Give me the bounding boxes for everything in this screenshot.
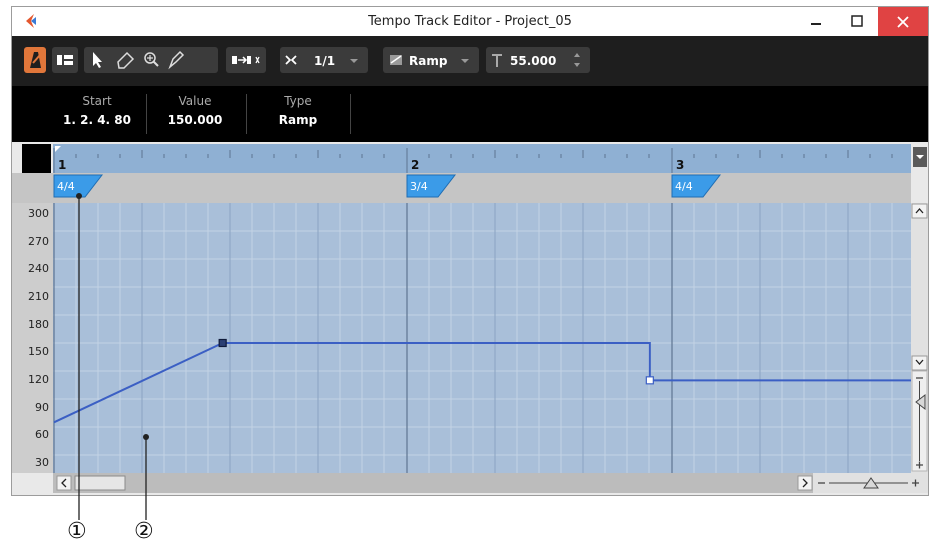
ruler-corner	[22, 144, 51, 173]
scroll-up-button[interactable]	[911, 203, 928, 219]
tempo-value-scale: 300 270 240 210 180 150 120 90 60 30	[12, 203, 53, 473]
callout-number-1: ①	[67, 519, 87, 544]
curve-type-dropdown[interactable]: Ramp	[383, 47, 479, 73]
value-tick-label: 150	[28, 345, 49, 358]
snap-icon	[232, 56, 260, 64]
callout-number-2: ②	[134, 519, 154, 544]
snap-toggle-button[interactable]	[226, 47, 266, 73]
info-start-label: Start	[82, 94, 112, 108]
project-cursor-marker-icon	[55, 146, 61, 152]
value-tick-label: 120	[28, 373, 49, 386]
close-button[interactable]	[878, 7, 928, 36]
tempo-t-icon	[492, 54, 502, 67]
info-type-value: Ramp	[278, 113, 318, 127]
value-tick-label: 300	[28, 207, 49, 220]
bar-ruler[interactable]: 1 2 3	[53, 144, 911, 173]
snap-quantize-control[interactable]: 1/1	[280, 47, 368, 73]
erase-tool-icon[interactable]	[117, 51, 135, 69]
tempo-value-field[interactable]: 55.000	[486, 47, 590, 73]
tempo-event-display[interactable]	[53, 203, 911, 473]
horizontal-scroll-thumb[interactable]	[74, 475, 126, 491]
tempo-track-editor-window: Tempo Track Editor - Project_05 1/1 Ramp…	[11, 6, 929, 496]
minimize-icon	[811, 23, 821, 25]
time-signature-label: 3/4	[410, 180, 428, 193]
info-line: Start 1. 2. 4. 80 Value 150.000 Type Ram…	[12, 86, 928, 142]
snap-value-text: 1/1	[314, 54, 335, 68]
zoom-tool-icon[interactable]	[144, 52, 159, 67]
info-line-icon	[57, 55, 73, 65]
bar-number-label: 3	[676, 158, 684, 172]
curve-type-text: Ramp	[409, 54, 448, 68]
info-separator	[350, 94, 351, 134]
value-tick-label: 210	[28, 290, 49, 303]
tempo-track-active-button[interactable]	[24, 47, 46, 73]
signature-track-header	[12, 173, 53, 203]
info-separator	[146, 94, 147, 134]
time-signature-event[interactable]: 4/4	[671, 174, 722, 198]
chevron-down-icon	[913, 147, 927, 167]
bar-number-label: 2	[411, 158, 419, 172]
info-type-label: Type	[284, 94, 312, 108]
value-tick-label: 180	[28, 318, 49, 331]
tool-group	[84, 47, 218, 73]
info-start-value: 1. 2. 4. 80	[63, 113, 131, 127]
maximize-icon	[851, 15, 863, 27]
value-tick-label: 240	[28, 262, 49, 275]
scroll-left-button[interactable]	[56, 475, 72, 491]
horizontal-zoom-slider[interactable]	[813, 473, 928, 493]
info-start[interactable]: Start 1. 2. 4. 80	[52, 94, 142, 127]
spinner-arrows-icon[interactable]	[574, 53, 580, 67]
tempo-event-point[interactable]	[645, 376, 654, 385]
chevron-down-icon	[461, 59, 469, 63]
scroll-right-button[interactable]	[797, 475, 813, 491]
maximize-button[interactable]	[838, 7, 876, 36]
time-signature-event[interactable]: 3/4	[406, 174, 457, 198]
metronome-icon	[30, 52, 41, 68]
value-tick-label: 30	[35, 456, 49, 469]
info-value-label: Value	[178, 94, 212, 108]
value-tick-label: 60	[35, 428, 49, 441]
ramp-curve-icon	[390, 55, 402, 65]
quantize-icon	[285, 55, 297, 65]
value-tick-label: 90	[35, 401, 49, 414]
ruler-menu-button[interactable]	[913, 147, 927, 167]
signature-track[interactable]: 4/4 3/4 4/4	[53, 173, 911, 203]
scroll-down-button[interactable]	[911, 355, 928, 371]
vertical-zoom-slider[interactable]	[911, 370, 928, 472]
info-value-value: 150.000	[167, 113, 223, 127]
time-signature-event[interactable]: 4/4	[53, 174, 104, 198]
time-signature-label: 4/4	[57, 180, 75, 193]
window-title: Tempo Track Editor - Project_05	[368, 14, 572, 29]
bar-number-label: 1	[58, 158, 66, 172]
close-icon	[897, 16, 909, 28]
info-line-toggle-button[interactable]	[52, 47, 78, 73]
zoom-in-icon	[912, 479, 919, 487]
value-tick-label: 270	[28, 235, 49, 248]
vertical-scrollbar[interactable]	[911, 203, 928, 473]
minimize-button[interactable]	[797, 7, 835, 36]
time-signature-label: 4/4	[675, 180, 693, 193]
title-bar: Tempo Track Editor - Project_05	[12, 7, 928, 36]
info-type[interactable]: Type Ramp	[252, 94, 344, 127]
horizontal-scrollbar[interactable]	[53, 473, 813, 493]
object-selection-tool-icon[interactable]	[93, 52, 102, 68]
info-separator	[246, 94, 247, 134]
draw-tool-icon[interactable]	[168, 50, 185, 70]
toolbar: 1/1 Ramp 55.000	[12, 36, 928, 86]
chevron-down-icon	[350, 59, 358, 63]
info-value[interactable]: Value 150.000	[150, 94, 240, 127]
tempo-event-point[interactable]	[218, 338, 227, 348]
tempo-value-text: 55.000	[510, 54, 556, 68]
